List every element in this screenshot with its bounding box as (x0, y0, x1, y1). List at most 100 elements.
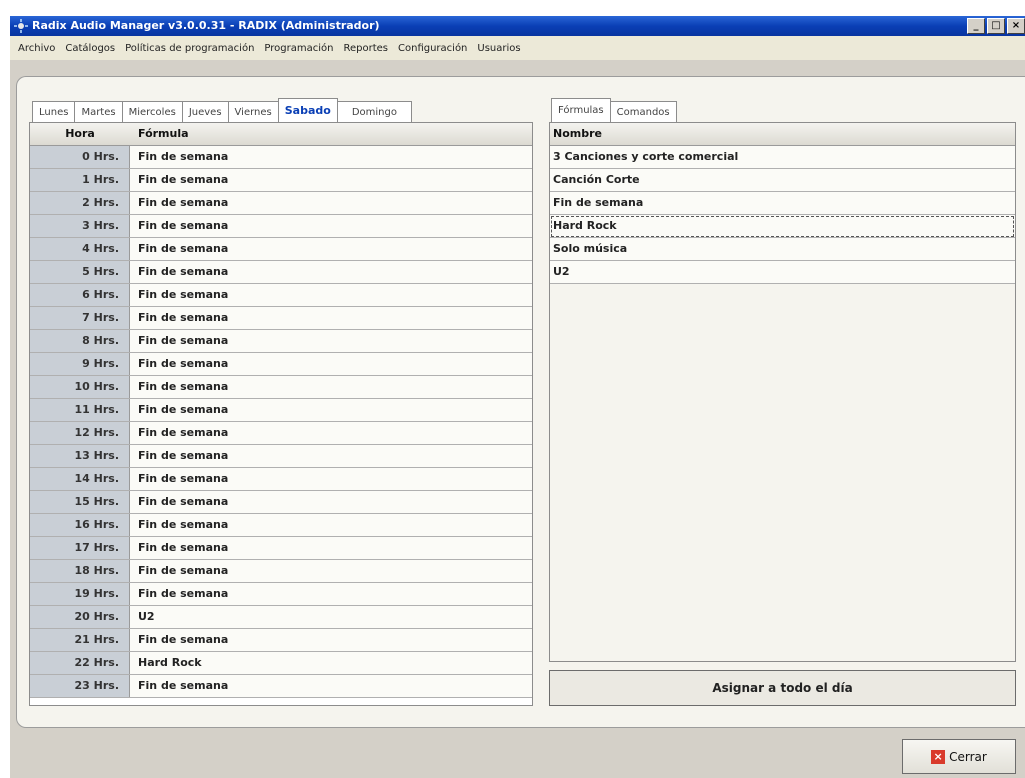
schedule-row[interactable]: 2 Hrs. Fin de semana (30, 192, 532, 215)
schedule-grid: Hora Fórmula 0 Hrs. Fin de semana 1 Hrs. Fi… (29, 122, 533, 706)
schedule-row[interactable]: 20 Hrs. U2 (30, 606, 532, 629)
hora-cell: 13 Hrs. (30, 445, 130, 467)
schedule-row[interactable]: 23 Hrs. Fin de semana (30, 675, 532, 698)
hora-cell: 4 Hrs. (30, 238, 130, 260)
formula-header[interactable]: Fórmula (130, 123, 189, 145)
tab-miercoles[interactable]: Miercoles (121, 101, 183, 122)
formula-list-item[interactable]: Canción Corte (550, 169, 1015, 192)
formula-list-item[interactable]: Solo música (550, 238, 1015, 261)
hora-cell: 19 Hrs. (30, 583, 130, 605)
formula-cell[interactable]: Fin de semana (130, 537, 532, 559)
schedule-row[interactable]: 1 Hrs. Fin de semana (30, 169, 532, 192)
menu-politicas[interactable]: Políticas de programación (125, 43, 254, 54)
schedule-row[interactable]: 22 Hrs. Hard Rock (30, 652, 532, 675)
schedule-row[interactable]: 14 Hrs. Fin de semana (30, 468, 532, 491)
formula-cell[interactable]: Fin de semana (130, 238, 532, 260)
hora-cell: 15 Hrs. (30, 491, 130, 513)
assign-all-day-button[interactable]: Asignar a todo el día (549, 670, 1016, 706)
hora-cell: 3 Hrs. (30, 215, 130, 237)
menu-configuracion[interactable]: Configuración (398, 43, 467, 54)
formula-list: Nombre 3 Canciones y corte comercial Canc… (549, 122, 1016, 662)
menu-reportes[interactable]: Reportes (343, 43, 388, 54)
tab-jueves[interactable]: Jueves (181, 101, 229, 122)
formula-cell[interactable]: Fin de semana (130, 376, 532, 398)
formula-cell[interactable]: Fin de semana (130, 675, 532, 697)
formula-cell[interactable]: Fin de semana (130, 192, 532, 214)
formula-cell[interactable]: Fin de semana (130, 491, 532, 513)
schedule-row[interactable]: 15 Hrs. Fin de semana (30, 491, 532, 514)
tab-lunes[interactable]: Lunes (32, 101, 76, 122)
title-bar: Radix Audio Manager v3.0.0.31 - RADIX (A… (10, 16, 1025, 36)
hora-cell: 16 Hrs. (30, 514, 130, 536)
formula-cell[interactable]: Fin de semana (130, 629, 532, 651)
schedule-row[interactable]: 0 Hrs. Fin de semana (30, 146, 532, 169)
formula-cell[interactable]: Fin de semana (130, 284, 532, 306)
formula-cell[interactable]: Fin de semana (130, 330, 532, 352)
hora-cell: 5 Hrs. (30, 261, 130, 283)
tab-martes[interactable]: Martes (74, 101, 123, 122)
formula-list-item[interactable]: 3 Canciones y corte comercial (550, 146, 1015, 169)
tab-domingo[interactable]: Domingo (336, 101, 412, 122)
hora-header[interactable]: Hora (30, 123, 130, 145)
formula-list-item[interactable]: U2 (550, 261, 1015, 284)
schedule-row[interactable]: 10 Hrs. Fin de semana (30, 376, 532, 399)
schedule-row[interactable]: 13 Hrs. Fin de semana (30, 445, 532, 468)
menu-catalogos[interactable]: Catálogos (65, 43, 115, 54)
formula-cell[interactable]: Fin de semana (130, 445, 532, 467)
schedule-row[interactable]: 6 Hrs. Fin de semana (30, 284, 532, 307)
schedule-row[interactable]: 8 Hrs. Fin de semana (30, 330, 532, 353)
schedule-header: Hora Fórmula (30, 123, 532, 146)
schedule-row[interactable]: 17 Hrs. Fin de semana (30, 537, 532, 560)
tab-comandos[interactable]: Comandos (609, 101, 677, 122)
schedule-row[interactable]: 4 Hrs. Fin de semana (30, 238, 532, 261)
close-icon: × (931, 749, 946, 764)
formula-cell[interactable]: Fin de semana (130, 514, 532, 536)
hora-cell: 9 Hrs. (30, 353, 130, 375)
formula-cell[interactable]: Fin de semana (130, 353, 532, 375)
schedule-row[interactable]: 18 Hrs. Fin de semana (30, 560, 532, 583)
formula-cell[interactable]: Hard Rock (130, 652, 532, 674)
hora-cell: 14 Hrs. (30, 468, 130, 490)
formula-cell[interactable]: Fin de semana (130, 560, 532, 582)
hora-cell: 21 Hrs. (30, 629, 130, 651)
close-button[interactable]: × Cerrar (902, 739, 1016, 774)
formula-cell[interactable]: Fin de semana (130, 169, 532, 191)
hora-cell: 17 Hrs. (30, 537, 130, 559)
formula-cell[interactable]: Fin de semana (130, 399, 532, 421)
menu-programacion[interactable]: Programación (264, 43, 333, 54)
formula-cell[interactable]: Fin de semana (130, 583, 532, 605)
schedule-row[interactable]: 16 Hrs. Fin de semana (30, 514, 532, 537)
hora-cell: 22 Hrs. (30, 652, 130, 674)
formula-cell[interactable]: Fin de semana (130, 468, 532, 490)
menu-usuarios[interactable]: Usuarios (477, 43, 520, 54)
menu-archivo[interactable]: Archivo (18, 43, 55, 54)
formula-cell[interactable]: Fin de semana (130, 422, 532, 444)
formula-cell[interactable]: Fin de semana (130, 146, 532, 168)
maximize-button[interactable]: □ (987, 18, 1005, 34)
schedule-row[interactable]: 21 Hrs. Fin de semana (30, 629, 532, 652)
hora-cell: 23 Hrs. (30, 675, 130, 697)
hora-cell: 6 Hrs. (30, 284, 130, 306)
schedule-row[interactable]: 9 Hrs. Fin de semana (30, 353, 532, 376)
tab-viernes[interactable]: Viernes (227, 101, 279, 122)
formula-cell[interactable]: Fin de semana (130, 215, 532, 237)
close-window-button[interactable]: × (1007, 18, 1025, 34)
schedule-row[interactable]: 12 Hrs. Fin de semana (30, 422, 532, 445)
day-tabstrip: Lunes Martes Miercoles Jueves Viernes Sa… (32, 98, 412, 122)
formula-cell[interactable]: U2 (130, 606, 532, 628)
right-tabstrip: Fórmulas Comandos (551, 98, 677, 122)
formula-cell[interactable]: Fin de semana (130, 307, 532, 329)
hora-cell: 1 Hrs. (30, 169, 130, 191)
tab-sabado[interactable]: Sabado (277, 98, 338, 122)
schedule-row[interactable]: 11 Hrs. Fin de semana (30, 399, 532, 422)
schedule-row[interactable]: 19 Hrs. Fin de semana (30, 583, 532, 606)
nombre-header[interactable]: Nombre (550, 123, 602, 145)
formula-cell[interactable]: Fin de semana (130, 261, 532, 283)
schedule-row[interactable]: 5 Hrs. Fin de semana (30, 261, 532, 284)
formula-list-item[interactable]: Fin de semana (550, 192, 1015, 215)
formula-list-item[interactable]: Hard Rock (550, 215, 1015, 238)
schedule-row[interactable]: 3 Hrs. Fin de semana (30, 215, 532, 238)
minimize-button[interactable]: _ (967, 18, 985, 34)
schedule-row[interactable]: 7 Hrs. Fin de semana (30, 307, 532, 330)
tab-formulas[interactable]: Fórmulas (551, 98, 611, 122)
